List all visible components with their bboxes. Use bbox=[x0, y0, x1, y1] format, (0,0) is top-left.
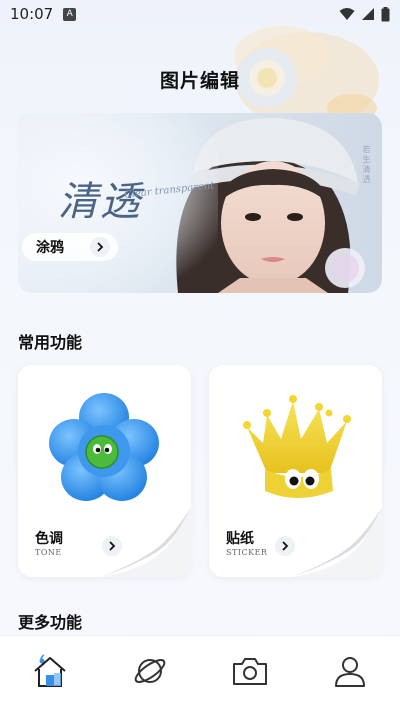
section-title-more: 更多功能 bbox=[18, 613, 83, 632]
sticker-card-sub: STICKER bbox=[226, 548, 268, 557]
yellow-crown-icon bbox=[243, 395, 351, 498]
blue-flower-icon bbox=[49, 393, 159, 501]
status-left: 10:07 A bbox=[10, 5, 77, 23]
status-time: 10:07 bbox=[10, 5, 54, 23]
camera-icon bbox=[233, 658, 267, 685]
notification-icon: A bbox=[63, 7, 77, 21]
chevron-right-icon bbox=[90, 237, 110, 257]
bottom-nav bbox=[0, 635, 400, 712]
section-title-common: 常用功能 bbox=[18, 333, 83, 352]
tone-card[interactable]: 色调 TONE bbox=[18, 365, 191, 577]
sticker-card-label: 贴纸 bbox=[226, 531, 254, 547]
nav-profile[interactable] bbox=[326, 647, 374, 695]
doodle-button-label: 涂鸦 bbox=[36, 240, 64, 256]
battery-icon bbox=[381, 6, 390, 21]
banner-side-text: 若生清透 bbox=[362, 145, 371, 185]
page-title: 图片编辑 bbox=[159, 70, 240, 92]
nav-discover[interactable] bbox=[126, 647, 174, 695]
banner-card[interactable]: 清透 Clear transparent 若生清透 bbox=[18, 113, 382, 293]
nav-home[interactable] bbox=[26, 647, 74, 695]
user-icon bbox=[335, 657, 365, 687]
planet-icon bbox=[134, 659, 166, 683]
tone-card-sub: TONE bbox=[35, 548, 62, 557]
page-curl-decoration bbox=[101, 507, 191, 577]
nav-camera[interactable] bbox=[226, 647, 274, 695]
home-icon bbox=[34, 654, 66, 687]
tone-card-label: 色调 bbox=[35, 531, 63, 547]
page-curl-decoration bbox=[292, 507, 382, 577]
doodle-button[interactable]: 涂鸦 bbox=[22, 233, 118, 261]
sticker-card[interactable]: 贴纸 STICKER bbox=[209, 365, 382, 577]
